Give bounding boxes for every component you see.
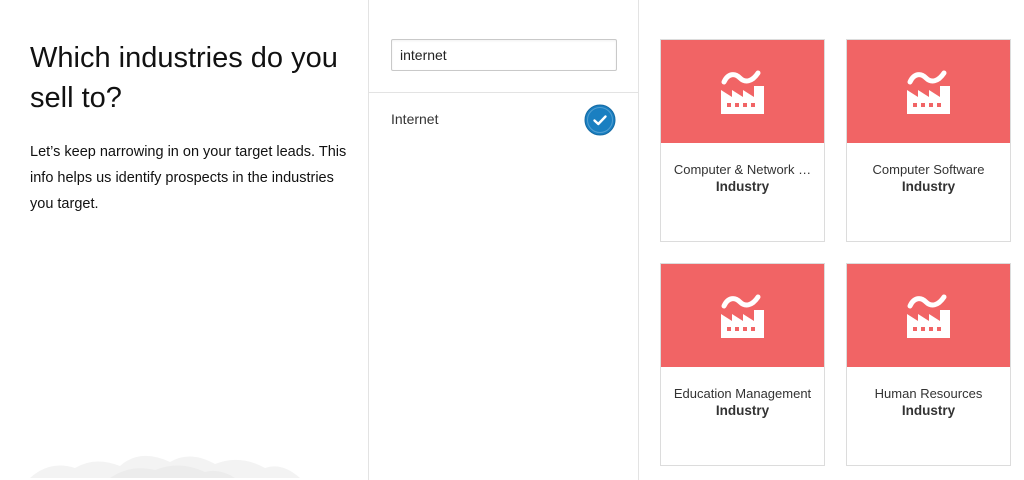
search-panel: Internet — [369, 0, 639, 480]
page-description: Let’s keep narrowing in on your target l… — [30, 144, 347, 212]
intro-panel: Which industries do you sell to? Let’s k… — [0, 0, 369, 480]
search-result-internet[interactable]: Internet — [369, 93, 638, 145]
card-banner — [847, 40, 1010, 143]
card-banner — [661, 40, 824, 143]
industry-card[interactable]: Human Resources Industry — [846, 263, 1011, 466]
factory-icon — [906, 294, 950, 338]
factory-icon — [906, 70, 950, 114]
factory-icon — [720, 70, 764, 114]
page-title: Which industries do you sell to? — [30, 42, 338, 114]
industry-search-input[interactable] — [391, 39, 617, 71]
checkmark-selected-icon[interactable] — [584, 104, 616, 136]
industry-card[interactable]: Computer & Network … Industry — [660, 39, 825, 242]
card-industry-type: Industry — [901, 403, 956, 418]
card-industry-type: Industry — [901, 179, 956, 194]
clouds-decoration-icon — [30, 455, 300, 478]
card-industry-name: Computer Software — [872, 162, 985, 177]
card-industry-name: Computer & Network … — [673, 162, 812, 177]
industry-cards-panel: Computer & Network … Industry Computer S… — [639, 0, 1024, 480]
card-banner — [847, 264, 1010, 367]
card-banner — [661, 264, 824, 367]
card-industry-name: Human Resources — [874, 386, 983, 401]
card-industry-type: Industry — [715, 403, 770, 418]
search-result-label: Internet — [391, 111, 439, 127]
card-industry-name: Education Management — [673, 386, 812, 401]
card-industry-type: Industry — [715, 179, 770, 194]
industry-card[interactable]: Education Management Industry — [660, 263, 825, 466]
industry-card[interactable]: Computer Software Industry — [846, 39, 1011, 242]
factory-icon — [720, 294, 764, 338]
